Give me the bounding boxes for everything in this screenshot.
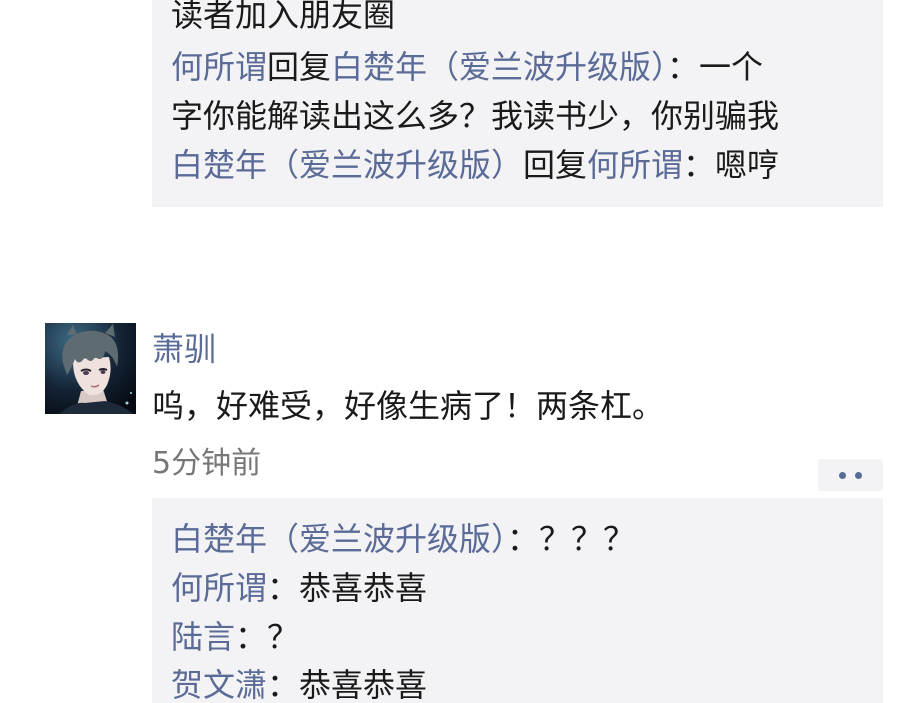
post-text: 呜，好难受，好像生病了！两条杠。 xyxy=(152,387,665,425)
comment-line: 贺文潇：恭喜恭喜 xyxy=(171,665,871,703)
commenter-name-link[interactable]: 何所谓 xyxy=(171,569,267,607)
commenter-name-link[interactable]: 白楚年（爱兰波升级版） xyxy=(171,146,523,184)
reply-word: 回复 xyxy=(523,146,588,184)
commenter-name-link[interactable]: 白楚年（爱兰波升级版） xyxy=(331,48,667,86)
comment-line: 白楚年（爱兰波升级版）回复何所谓：嗯哼 xyxy=(171,145,871,185)
comment-text: ：恭喜恭喜 xyxy=(267,569,428,607)
anime-boy-avatar-icon xyxy=(45,323,136,414)
comment-line: 字你能解读出这么多？我读书少，你别骗我 xyxy=(171,96,871,136)
comment-text: 字你能解读出这么多？我读书少，你别骗我 xyxy=(171,97,780,135)
comment-line: 陆言：？ xyxy=(171,617,871,657)
reply-word: 回复 xyxy=(267,48,332,86)
commenter-name-link[interactable]: 何所谓 xyxy=(587,146,683,184)
more-dots-icon xyxy=(839,471,846,479)
comment-box-bottom: 白楚年（爱兰波升级版）：？？？ 何所谓：恭喜恭喜 陆言：？ 贺文潇：恭喜恭喜 xyxy=(152,498,883,703)
commenter-name-link[interactable]: 贺文潇 xyxy=(171,666,267,703)
comment-line: 何所谓：恭喜恭喜 xyxy=(171,568,871,608)
more-dots-icon xyxy=(855,471,862,479)
comment-text: ：？ xyxy=(235,618,300,656)
post-timestamp: 5分钟前 xyxy=(152,446,262,481)
comment-line: 白楚年（爱兰波升级版）：？？？ xyxy=(171,519,871,559)
commenter-name-link[interactable]: 白楚年（爱兰波升级版） xyxy=(171,520,507,558)
comment-line: 读者加入朋友圈 xyxy=(171,0,871,35)
poster-name-link[interactable]: 萧驯 xyxy=(152,327,216,371)
comment-box-top: 读者加入朋友圈 何所谓回复白楚年（爱兰波升级版）：一个 字你能解读出这么多？我读… xyxy=(152,0,883,207)
comment-line: 何所谓回复白楚年（爱兰波升级版）：一个 xyxy=(171,47,871,87)
comment-text: 读者加入朋友圈 xyxy=(171,0,396,34)
comment-text: ：？？？ xyxy=(507,520,636,558)
avatar[interactable] xyxy=(45,323,136,414)
commenter-name-link[interactable]: 陆言 xyxy=(171,618,235,656)
comment-text: ：恭喜恭喜 xyxy=(267,666,428,703)
comment-text: ：一个 xyxy=(667,48,764,86)
commenter-name-link[interactable]: 何所谓 xyxy=(171,48,267,86)
more-options-button[interactable] xyxy=(818,459,883,491)
comment-text: ：嗯哼 xyxy=(683,146,780,184)
